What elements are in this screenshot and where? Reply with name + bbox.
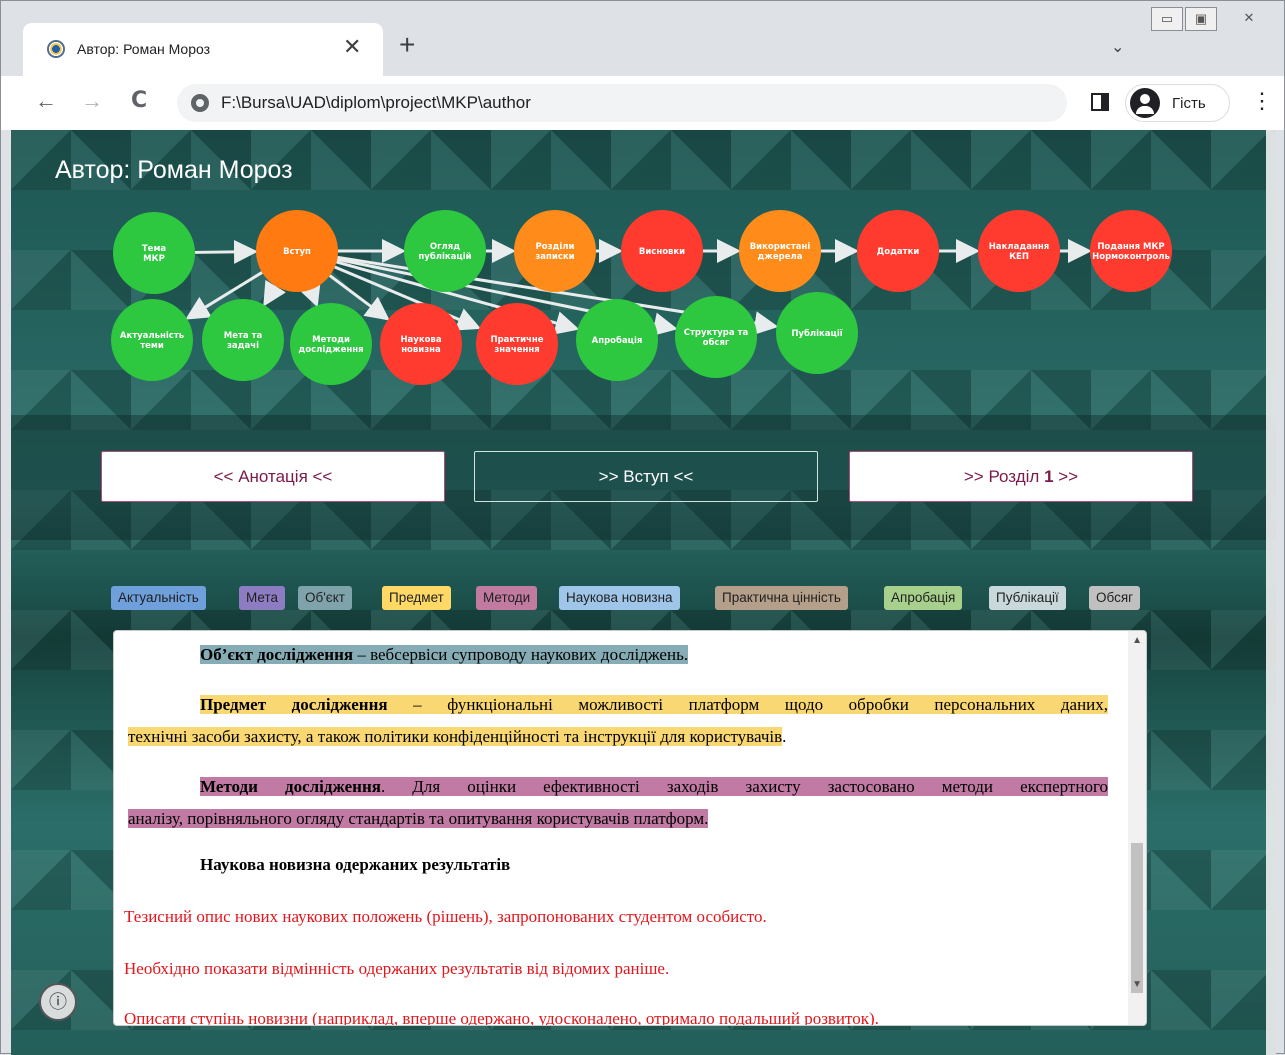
profile-button[interactable]: Гість bbox=[1125, 84, 1230, 122]
new-tab-button[interactable]: + bbox=[399, 31, 415, 59]
novelty-hint-3: Описати ступінь новизни (наприклад, впер… bbox=[124, 1009, 879, 1026]
section-tag[interactable]: Апробація bbox=[884, 586, 963, 610]
flow-node-label: Розділи записки bbox=[535, 241, 574, 262]
avatar-icon bbox=[1130, 88, 1160, 118]
prev-section-button[interactable]: << Анотація << bbox=[101, 451, 445, 502]
next-section-number: 1 bbox=[1044, 467, 1054, 486]
url-text: F:\Bursa\UAD\diplom\project\MKP\author bbox=[221, 93, 531, 112]
subject-text-2: технічні засоби захисту, а також політик… bbox=[128, 727, 783, 746]
reload-button[interactable]: C bbox=[131, 88, 147, 114]
close-tab-icon[interactable]: ✕ bbox=[343, 35, 361, 59]
flow-arrow bbox=[298, 280, 321, 308]
favicon-icon bbox=[47, 40, 65, 58]
side-panel-icon[interactable] bbox=[1091, 93, 1109, 111]
document-scrollbar[interactable]: ▲ ▼ bbox=[1128, 631, 1146, 1025]
site-info-icon[interactable] bbox=[191, 94, 209, 112]
flow-arrow bbox=[263, 279, 286, 307]
section-tag[interactable]: Обсяг bbox=[1089, 586, 1141, 610]
flow-node-label: Тема МКР bbox=[142, 244, 167, 264]
object-text: – вебсервіси супроводу наукових дослідже… bbox=[353, 645, 689, 664]
flow-node[interactable]: Публікації bbox=[776, 292, 858, 374]
flow-node[interactable]: Практичне значення bbox=[476, 303, 558, 385]
page-scrollbar[interactable] bbox=[1266, 130, 1276, 1055]
novelty-heading: Наукова новизна одержаних результатів bbox=[200, 855, 511, 874]
flow-node-label: Апробація bbox=[592, 335, 643, 346]
subject-paragraph: Предмет дослідження – функціональні можл… bbox=[128, 689, 1109, 753]
close-window-button[interactable]: ✕ bbox=[1233, 7, 1265, 31]
flow-node-label: Наукова новизна bbox=[400, 335, 441, 355]
profile-label: Гість bbox=[1172, 95, 1206, 112]
flow-node-label: Вступ bbox=[283, 247, 311, 257]
browser-toolbar: ← → C F:\Bursa\UAD\diplom\project\MKP\au… bbox=[1, 76, 1284, 130]
flow-node[interactable]: Огляд публікацій bbox=[404, 210, 486, 292]
scroll-thumb[interactable] bbox=[1131, 843, 1143, 993]
section-tag[interactable]: Практична цінність bbox=[715, 586, 848, 610]
browser-tab[interactable]: Автор: Роман Мороз ✕ bbox=[23, 23, 383, 77]
flow-node[interactable]: Подання МКР Нормоконтроль bbox=[1090, 210, 1172, 292]
document-viewer[interactable]: Об’єкт дослідження – вебсервіси супровод… bbox=[113, 630, 1147, 1026]
flow-node[interactable]: Висновки bbox=[621, 210, 703, 292]
maximize-button[interactable]: ▣ bbox=[1185, 7, 1217, 31]
flow-node-label: Подання МКР Нормоконтроль bbox=[1092, 242, 1170, 262]
flow-arrow bbox=[194, 239, 259, 264]
subject-end: . bbox=[782, 727, 787, 746]
flow-node[interactable]: Апробація bbox=[576, 299, 658, 381]
novelty-hint-1: Тезисний опис нових наукових положень (р… bbox=[124, 907, 767, 926]
subject-heading: Предмет дослідження bbox=[200, 695, 388, 714]
page-content: Автор: Роман Мороз Тема МКР Вступ Огляд публ… bbox=[11, 130, 1276, 1055]
address-bar[interactable]: F:\Bursa\UAD\diplom\project\MKP\author bbox=[177, 84, 1067, 122]
info-icon[interactable]: ⓘ bbox=[39, 983, 77, 1021]
tab-search-icon[interactable]: ⌄ bbox=[1111, 37, 1124, 57]
tab-title: Автор: Роман Мороз bbox=[77, 41, 211, 57]
methods-text-1: . Для оцінки ефективності заходів захист… bbox=[380, 777, 1108, 796]
scroll-down-icon[interactable]: ▼ bbox=[1132, 979, 1142, 990]
window-controls: ▭ ▣ ✕ bbox=[1151, 7, 1281, 35]
flow-node-label: Мета та задачі bbox=[224, 331, 263, 351]
section-tag[interactable]: Наукова новизна bbox=[559, 586, 680, 610]
flow-node[interactable]: Актуальність теми bbox=[111, 299, 193, 381]
forward-button[interactable]: → bbox=[81, 88, 103, 114]
more-menu-icon[interactable]: ⋮ bbox=[1251, 88, 1273, 114]
flow-node[interactable]: Накладання КЕП bbox=[978, 210, 1060, 292]
current-section-button[interactable]: >> Вступ << bbox=[474, 451, 818, 502]
flow-node[interactable]: Мета та задачі bbox=[202, 299, 284, 381]
section-tag[interactable]: Об'єкт bbox=[298, 586, 352, 610]
methods-paragraph: Методи дослідження. Для оцінки ефективно… bbox=[128, 771, 1108, 835]
flow-node-label: Використані джерела bbox=[750, 241, 811, 262]
next-label-suffix: >> bbox=[1053, 467, 1079, 486]
object-paragraph: Об’єкт дослідження – вебсервіси супровод… bbox=[200, 639, 689, 671]
subject-text-1: – функціональні можливості платформ щодо… bbox=[387, 695, 1109, 714]
flow-node-label: Висновки bbox=[639, 247, 685, 257]
methods-heading: Методи дослідження bbox=[200, 777, 381, 796]
flow-node[interactable]: Розділи записки bbox=[514, 210, 596, 292]
novelty-hint-2: Необхідно показати відмінність одержаних… bbox=[124, 959, 670, 978]
flow-node[interactable]: Наукова новизна bbox=[380, 303, 462, 385]
object-heading: Об’єкт дослідження bbox=[200, 645, 354, 664]
flow-node-label: Публікації bbox=[791, 328, 842, 339]
methods-text-2: аналізу, порівняльного огляду стандартів… bbox=[128, 809, 709, 828]
next-section-button[interactable]: >> Розділ 1 >> bbox=[849, 451, 1193, 502]
next-label-prefix: >> Розділ bbox=[963, 467, 1045, 486]
tab-strip: Автор: Роман Мороз ✕ + ⌄ ▭ ▣ ✕ bbox=[1, 1, 1284, 77]
flow-node[interactable]: Додатки bbox=[857, 210, 939, 292]
minimize-button[interactable]: ▭ bbox=[1151, 7, 1183, 31]
flow-node[interactable]: Методи дослідження bbox=[290, 303, 372, 385]
section-tag[interactable]: Актуальність bbox=[111, 586, 206, 610]
section-tag[interactable]: Методи bbox=[476, 586, 538, 610]
back-button[interactable]: ← bbox=[35, 88, 57, 114]
section-tag[interactable]: Мета bbox=[239, 586, 285, 610]
flow-node-label: Додатки bbox=[877, 247, 920, 257]
flow-node[interactable]: Тема МКР bbox=[113, 212, 195, 294]
progress-flow-diagram: Тема МКР Вступ Огляд публікацій Розділи записк… bbox=[111, 210, 1172, 385]
browser-window: Автор: Роман Мороз ✕ + ⌄ ▭ ▣ ✕ ← → C F:\… bbox=[0, 0, 1285, 1055]
flow-node[interactable]: Використані джерела bbox=[739, 210, 821, 292]
scroll-up-icon[interactable]: ▲ bbox=[1132, 635, 1142, 646]
flow-node-label: Практичне значення bbox=[490, 335, 543, 355]
flow-node[interactable]: Структура та обсяг bbox=[675, 296, 757, 378]
section-tag[interactable]: Публікації bbox=[989, 586, 1066, 610]
flow-node[interactable]: Вступ bbox=[256, 210, 338, 292]
section-tag[interactable]: Предмет bbox=[382, 586, 451, 610]
